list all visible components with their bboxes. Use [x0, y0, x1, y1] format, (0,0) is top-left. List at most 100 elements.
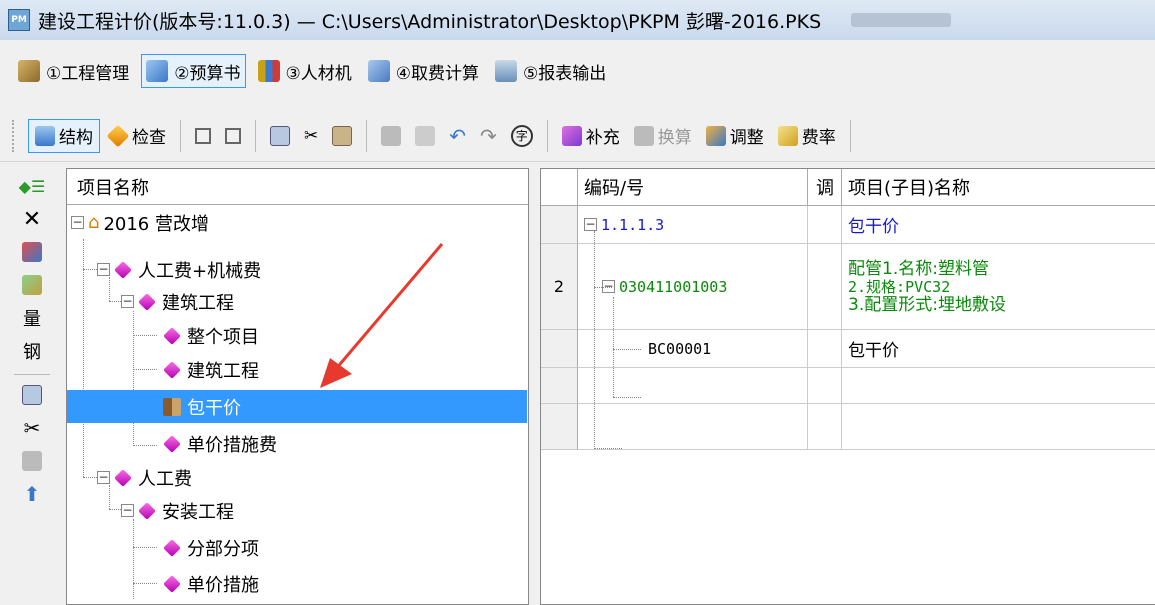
indent-button[interactable] [189, 119, 217, 153]
add-node-button[interactable]: ◆☰ [12, 171, 52, 201]
grid-cell-name[interactable]: 配管1.名称:塑料管 2.规格:PVC32 3.配置形式:埋地敷设 [842, 244, 1155, 330]
undo-icon: ↶ [449, 123, 467, 148]
toolbar-separator [255, 119, 256, 152]
edit-node-button[interactable] [12, 270, 52, 300]
grid-cell-name[interactable]: 包干价 [842, 330, 1155, 368]
row-number: 2 [553, 277, 565, 296]
rate-button[interactable]: 费率 [772, 119, 842, 153]
grid-cell-code[interactable] [578, 404, 808, 450]
left-toolstrip-separator [14, 374, 50, 375]
quantity-label: 量 [23, 309, 41, 330]
adjust-label: 调整 [729, 128, 764, 148]
tree-node-construction-sub[interactable]: 建筑工程 [163, 353, 259, 386]
tree-connector [133, 519, 134, 599]
menu-fee-calc[interactable]: ④取费计算 [364, 54, 483, 88]
name-line: 2.规格:PVC32 [848, 277, 951, 296]
outdent-button[interactable] [219, 119, 247, 153]
menu-label: ④取费计算 [395, 63, 479, 84]
tree-node-labor-machine[interactable]: − 人工费+机械费 [97, 253, 261, 286]
budget-book-icon [146, 60, 169, 82]
grid-header-code[interactable]: 编码/号 [578, 169, 808, 206]
row-header[interactable] [541, 368, 578, 404]
insert-row-button[interactable] [375, 119, 407, 153]
grid-header-name[interactable]: 项目(子目)名称 [842, 169, 1155, 206]
toolbar-separator [366, 119, 368, 152]
grid-tree-connector [613, 397, 641, 398]
delete-node-button[interactable]: ✕ [12, 204, 52, 234]
grid-tree-connector [594, 231, 595, 449]
gem-icon [163, 434, 181, 453]
row-header[interactable] [541, 330, 578, 368]
title-bar: PM 建设工程计价(版本号:11.0.3) — C:\Users\Adminis… [0, 0, 1155, 40]
grid-cell-name[interactable] [842, 368, 1155, 404]
delete-row-button[interactable] [409, 119, 441, 153]
left-copy-button[interactable] [12, 380, 52, 410]
grid-cell-code[interactable]: − 1.1.1.3 [578, 206, 808, 244]
tree-node-construction[interactable]: − 建筑工程 [121, 285, 234, 318]
menu-project-management[interactable]: ①工程管理 [14, 54, 133, 88]
grid-header-adjust[interactable]: 调 [808, 169, 842, 206]
grid-corner [541, 169, 578, 206]
tree-node-labor[interactable]: − 人工费 [97, 461, 192, 494]
menu-label: ②预算书 [174, 63, 241, 84]
menu-resources[interactable]: ③人材机 [254, 54, 356, 88]
tree-node-sub-items[interactable]: 分部分项 [163, 531, 259, 564]
tree-node-whole-project[interactable]: 整个项目 [163, 319, 259, 352]
tree-node-unit-measure[interactable]: 单价措施 [163, 567, 259, 600]
tree-connector [83, 269, 84, 477]
left-paste-button[interactable] [12, 446, 52, 476]
left-cut-button[interactable]: ✂ [12, 413, 52, 443]
grid-cell-adjust[interactable] [808, 244, 842, 330]
grid-cell-adjust[interactable] [808, 368, 842, 404]
gem-icon [138, 501, 156, 520]
supplement-button[interactable]: 补充 [556, 119, 626, 153]
menu-label: ①工程管理 [46, 63, 130, 84]
save-node-button[interactable] [12, 237, 52, 267]
tree-node-label: 建筑工程 [187, 360, 259, 382]
row-header[interactable]: 2 [541, 244, 578, 330]
grid-cell-name[interactable] [842, 404, 1155, 450]
tree-connector [133, 583, 157, 584]
grid-cell-name[interactable]: 包干价 [842, 206, 1155, 244]
quantity-button[interactable]: 量 [12, 303, 52, 333]
tree-node-installation[interactable]: − 安装工程 [121, 494, 234, 527]
code-value: BC00001 [648, 339, 712, 358]
row-header[interactable] [541, 206, 578, 244]
collapse-icon[interactable]: − [71, 216, 84, 229]
copy-button[interactable] [264, 119, 296, 153]
row-header[interactable] [541, 404, 578, 450]
gem-icon [114, 468, 132, 487]
structure-button[interactable]: 结构 [28, 118, 100, 153]
adjust-button[interactable]: 调整 [700, 119, 770, 153]
collapse-icon[interactable]: − [97, 471, 110, 484]
toolbar-separator [546, 119, 548, 152]
menu-report-output[interactable]: ⑤报表输出 [491, 54, 610, 88]
gem-icon [163, 574, 181, 593]
code-value: 030411001003 [619, 277, 728, 296]
collapse-icon[interactable]: − [121, 504, 134, 517]
collapse-icon[interactable]: − [584, 218, 597, 231]
collapse-icon[interactable]: − [121, 295, 134, 308]
tree-node-label: 2016 营改增 [103, 213, 209, 235]
tree-node-lump-sum[interactable]: 包干价 [67, 390, 527, 423]
grid-cell-adjust[interactable] [808, 330, 842, 368]
grid-cell-adjust[interactable] [808, 404, 842, 450]
check-button[interactable]: 检查 [102, 119, 172, 153]
scissors-icon: ✂ [304, 125, 319, 146]
grid-cell-adjust[interactable] [808, 206, 842, 244]
menu-budget-book[interactable]: ②预算书 [141, 54, 246, 88]
character-button[interactable]: 字 [505, 119, 539, 153]
tree-node-unit-measures[interactable]: 单价措施费 [163, 427, 277, 460]
cut-button[interactable]: ✂ [298, 119, 324, 153]
tree-connector [133, 547, 157, 548]
convert-button[interactable]: 换算 [628, 119, 698, 153]
move-up-button[interactable]: ⬆ [12, 479, 52, 509]
paste-button[interactable] [326, 119, 358, 153]
supplement-label: 补充 [585, 128, 620, 148]
undo-button[interactable]: ↶ [443, 119, 472, 153]
redo-button[interactable]: ↷ [474, 119, 503, 153]
toolbar-grip[interactable] [12, 119, 16, 152]
steel-button[interactable]: 钢 [12, 336, 52, 366]
tree-node-root[interactable]: − ⌂ 2016 营改增 [71, 206, 209, 239]
collapse-icon[interactable]: − [97, 263, 110, 276]
